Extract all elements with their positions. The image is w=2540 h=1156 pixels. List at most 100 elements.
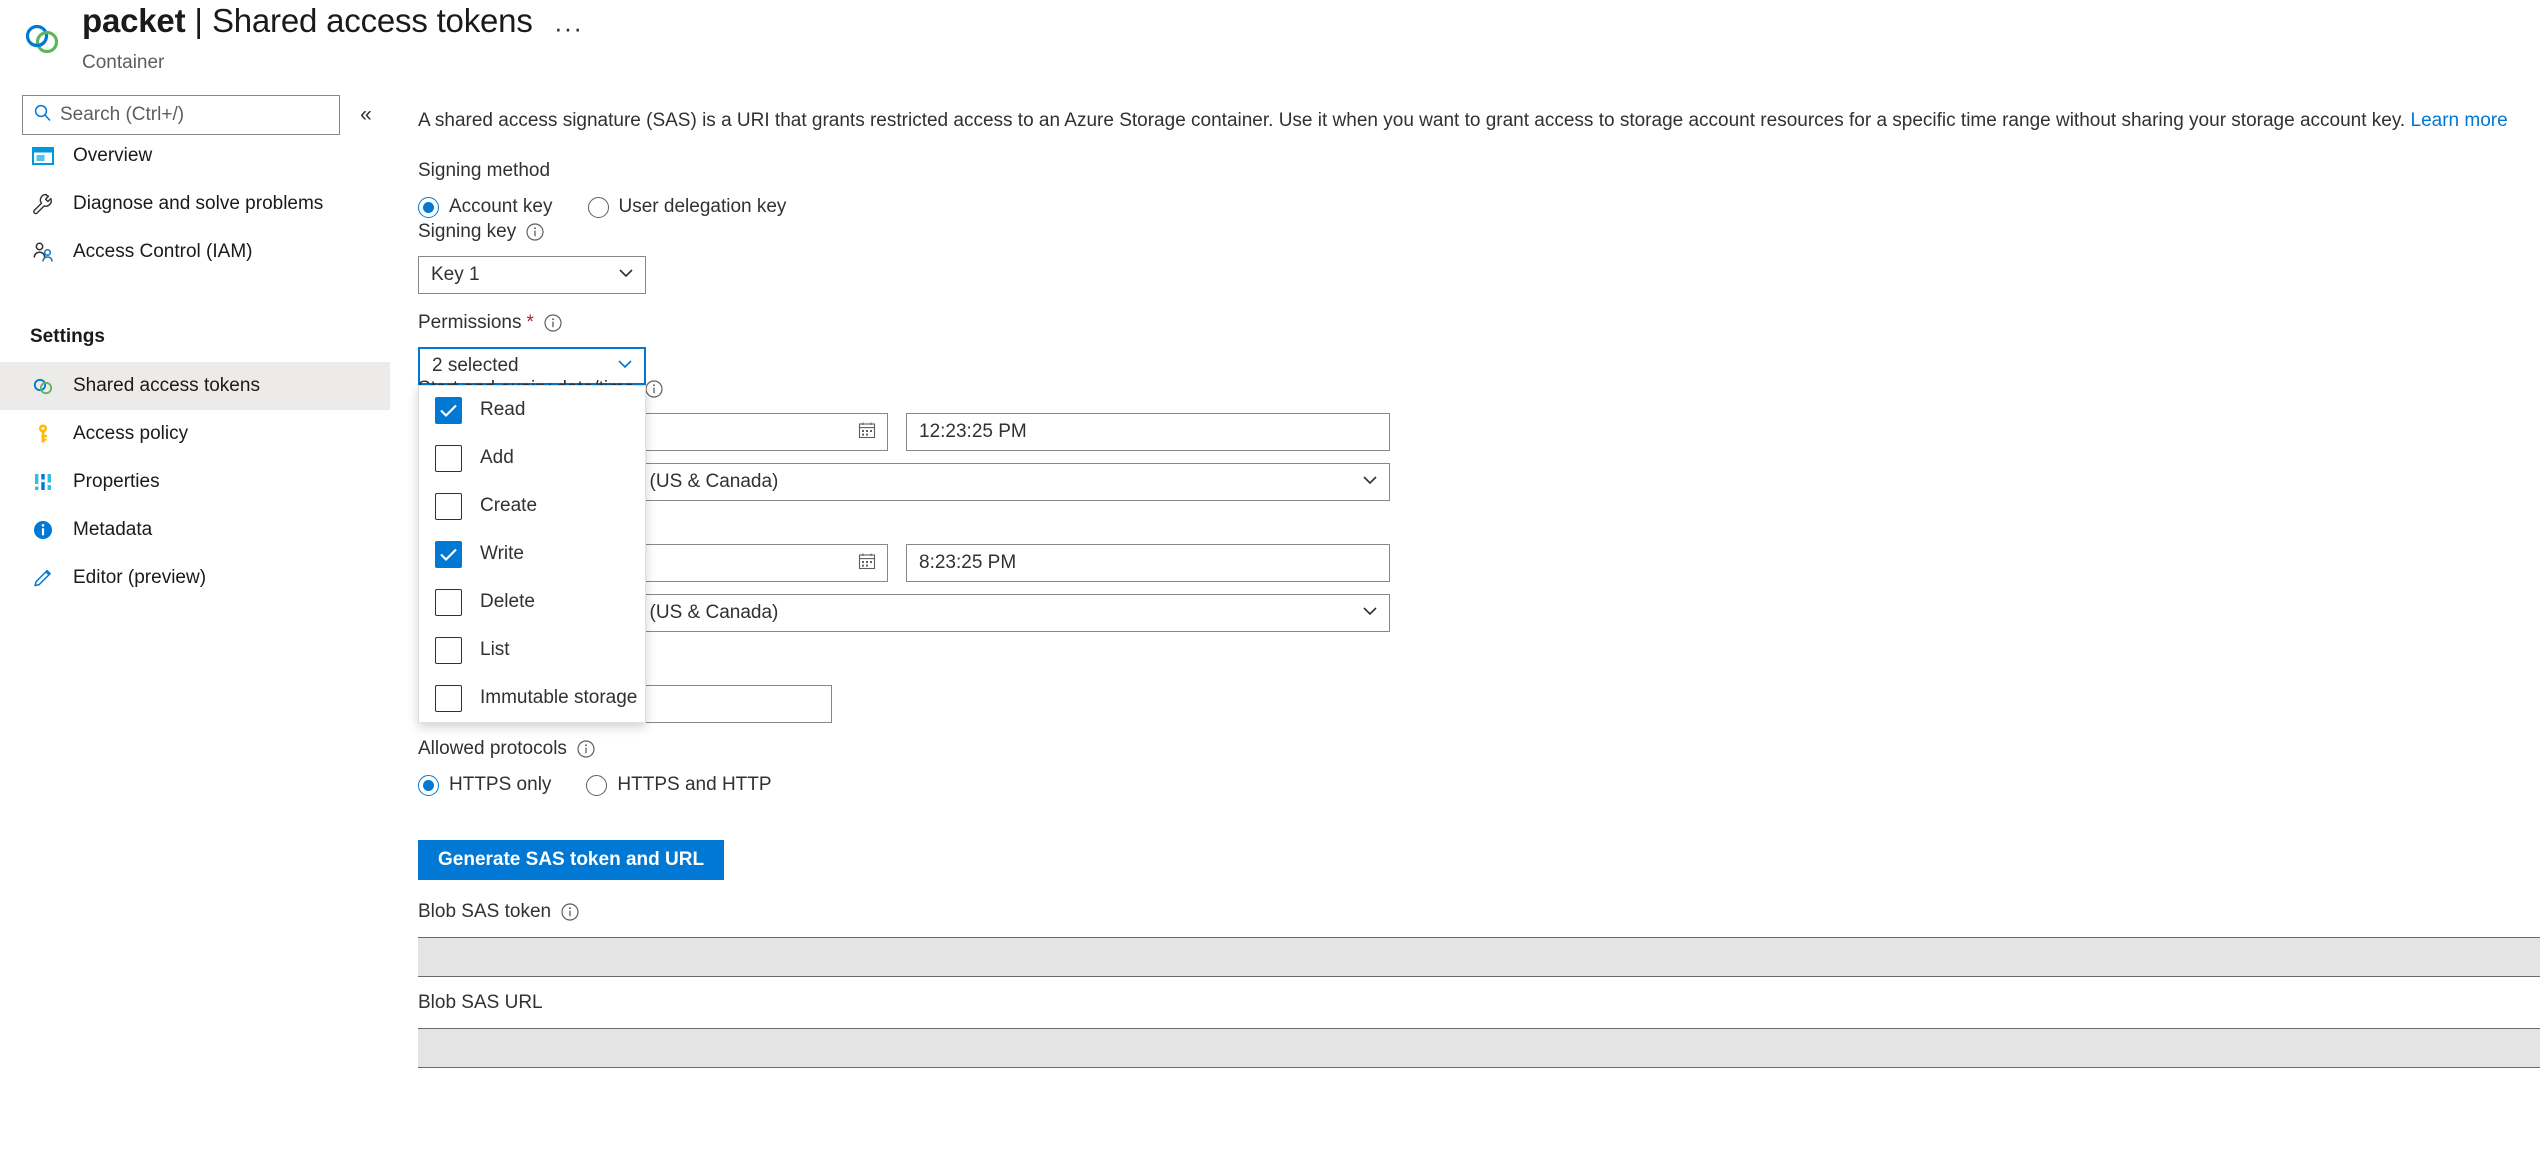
radio-mark-icon	[586, 774, 608, 796]
sidebar-item-label: Diagnose and solve problems	[73, 193, 324, 214]
radio-mark-icon	[418, 196, 439, 218]
blob-sas-url-field[interactable]	[418, 1028, 2540, 1068]
signing-method-radio-group: Account key User delegation key	[418, 196, 786, 218]
container-resource-icon	[20, 16, 64, 60]
checkbox-icon	[435, 684, 462, 712]
checkbox-icon	[435, 636, 462, 664]
sidebar-item-access-control-iam[interactable]: Access Control (IAM)	[0, 228, 390, 276]
sidebar-item-diagnose-and-solve-problems[interactable]: Diagnose and solve problems	[0, 180, 390, 228]
permissions-option-immutable-storage[interactable]: Immutable storage	[419, 674, 645, 722]
generate-sas-token-button[interactable]: Generate SAS token and URL	[418, 840, 725, 880]
signing-key-select[interactable]: Key 1	[418, 256, 646, 294]
permissions-option-label: List	[480, 639, 510, 660]
blob-sas-token-field[interactable]	[418, 937, 2540, 977]
sidebar: « Overview Diagnose and solve problems	[0, 88, 390, 1156]
permissions-label-text: Permissions	[418, 312, 522, 333]
pencil-icon	[30, 565, 56, 591]
signing-key-label: Signing key	[418, 221, 545, 243]
search-input[interactable]	[60, 104, 310, 126]
info-icon[interactable]	[560, 902, 580, 922]
sidebar-item-label: Editor (preview)	[73, 567, 207, 588]
signing-method-label-text: Signing method	[418, 160, 551, 181]
resource-type-label: Container	[82, 52, 165, 73]
permissions-option-label: Add	[480, 447, 514, 468]
main-content: A shared access signature (SAS) is a URI…	[390, 88, 2540, 1156]
chevron-down-icon	[1361, 471, 1379, 494]
start-time-field[interactable]	[919, 421, 1379, 443]
radio-label: HTTPS and HTTP	[617, 774, 772, 795]
sidebar-item-properties[interactable]: Properties	[0, 458, 390, 506]
permissions-option-create[interactable]: Create	[419, 482, 645, 530]
radio-label: User delegation key	[618, 196, 787, 217]
signing-method-label: Signing method	[418, 160, 550, 182]
info-icon[interactable]	[576, 739, 596, 759]
sidebar-item-label: Access policy	[73, 423, 189, 444]
description-text: A shared access signature (SAS) is a URI…	[418, 110, 2406, 131]
allowed-protocols-label-text: Allowed protocols	[418, 738, 567, 759]
collapse-sidebar-button[interactable]: «	[352, 101, 380, 129]
blob-sas-url-label-text: Blob SAS URL	[418, 992, 543, 1013]
radio-https-and-http[interactable]: HTTPS and HTTP	[586, 774, 772, 796]
chevron-down-icon	[1361, 602, 1379, 625]
radio-user-delegation-key[interactable]: User delegation key	[587, 196, 787, 218]
signing-key-value: Key 1	[431, 264, 480, 285]
radio-mark-icon	[587, 196, 609, 218]
required-indicator: *	[526, 312, 534, 333]
sidebar-item-label: Properties	[73, 471, 160, 492]
permissions-value: 2 selected	[432, 355, 519, 376]
radio-https-only[interactable]: HTTPS only	[418, 774, 551, 796]
radio-mark-icon	[418, 774, 439, 796]
checkbox-icon	[435, 396, 462, 424]
info-icon[interactable]	[525, 222, 545, 242]
permissions-dropdown-panel[interactable]: Read Add Create Write Delete List Immuta	[418, 385, 646, 723]
sidebar-search[interactable]	[22, 95, 340, 135]
sidebar-item-label: Metadata	[73, 519, 153, 540]
permissions-option-label: Write	[480, 543, 524, 564]
people-icon	[30, 239, 56, 265]
permissions-option-list[interactable]: List	[419, 626, 645, 674]
sidebar-item-shared-access-tokens[interactable]: Shared access tokens	[0, 362, 390, 410]
expiry-time-field[interactable]	[919, 552, 1379, 574]
bars-icon	[30, 469, 56, 495]
permissions-option-delete[interactable]: Delete	[419, 578, 645, 626]
permissions-option-write[interactable]: Write	[419, 530, 645, 578]
calendar-icon[interactable]	[857, 420, 877, 445]
radio-account-key[interactable]: Account key	[418, 196, 553, 218]
checkbox-icon	[435, 444, 462, 472]
permissions-option-label: Immutable storage	[480, 687, 638, 708]
checkbox-icon	[435, 540, 462, 568]
checkbox-icon	[435, 588, 462, 616]
sidebar-item-access-policy[interactable]: Access policy	[0, 410, 390, 458]
sidebar-item-overview[interactable]: Overview	[0, 132, 390, 180]
title-separator: |	[194, 2, 203, 39]
radio-label: Account key	[449, 196, 553, 217]
learn-more-link[interactable]: Learn more	[2411, 110, 2508, 131]
sidebar-item-editor-preview[interactable]: Editor (preview)	[0, 554, 390, 602]
permissions-label: Permissions *	[418, 312, 563, 334]
info-icon[interactable]	[543, 313, 563, 333]
info-icon[interactable]	[644, 379, 664, 399]
page-title: packet | Shared access tokens	[82, 2, 533, 40]
overview-icon	[30, 143, 56, 169]
more-menu-button[interactable]: ···	[546, 14, 591, 42]
expiry-time-input[interactable]	[906, 544, 1390, 582]
permissions-option-label: Create	[480, 495, 538, 516]
permissions-option-add[interactable]: Add	[419, 434, 645, 482]
blob-sas-url-label: Blob SAS URL	[418, 992, 543, 1014]
permissions-option-label: Delete	[480, 591, 535, 612]
blob-sas-token-label: Blob SAS token	[418, 901, 580, 923]
signing-key-label-text: Signing key	[418, 221, 517, 242]
permissions-option-label: Read	[480, 399, 526, 420]
info-circle-icon	[30, 517, 56, 543]
start-time-input[interactable]	[906, 413, 1390, 451]
permissions-option-read[interactable]: Read	[419, 386, 645, 434]
radio-label: HTTPS only	[449, 774, 552, 795]
sidebar-item-label: Shared access tokens	[73, 375, 260, 396]
calendar-icon[interactable]	[857, 551, 877, 576]
page-name: Shared access tokens	[211, 2, 533, 39]
sidebar-item-label: Overview	[73, 145, 153, 166]
blob-sas-token-label-text: Blob SAS token	[418, 901, 552, 922]
wrench-icon	[30, 191, 56, 217]
sidebar-item-metadata[interactable]: Metadata	[0, 506, 390, 554]
page-header: packet | Shared access tokens ··· Contai…	[0, 0, 2540, 88]
